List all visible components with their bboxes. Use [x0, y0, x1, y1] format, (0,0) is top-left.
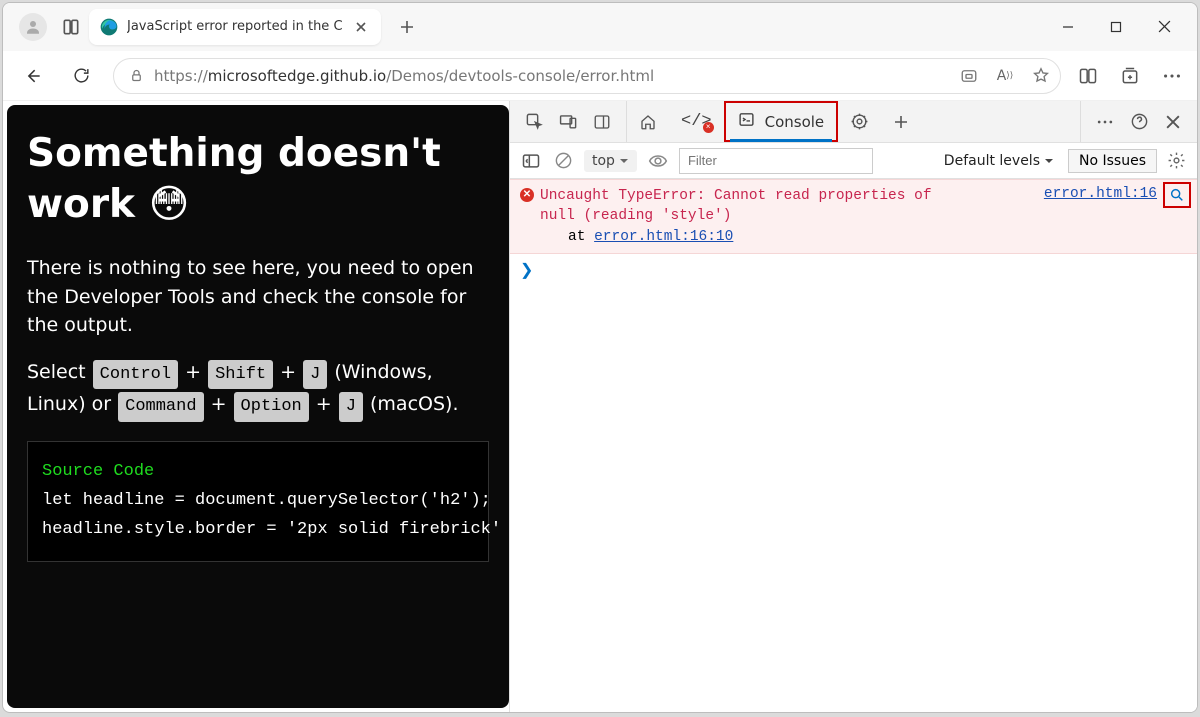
tab-console[interactable]: Console — [724, 101, 839, 142]
device-toolbar-icon[interactable] — [558, 112, 578, 132]
inspect-element-icon[interactable] — [524, 112, 544, 132]
app-available-icon[interactable] — [960, 67, 978, 85]
tab-close-button[interactable] — [351, 17, 371, 37]
window-close-button[interactable] — [1141, 9, 1187, 45]
kbd-option: Option — [234, 392, 309, 422]
toggle-sidebar-icon[interactable] — [520, 150, 542, 172]
devtools-panel: </>× Console — [509, 101, 1197, 712]
live-expression-icon[interactable] — [647, 150, 669, 172]
window-minimize-button[interactable] — [1045, 9, 1091, 45]
filter-input[interactable] — [679, 148, 873, 174]
console-toolbar: top Default levels No Issues — [510, 143, 1197, 179]
address-bar[interactable]: https://microsoftedge.github.io/Demos/de… — [113, 58, 1061, 94]
code-line-1: let headline = document.querySelector('h… — [42, 487, 474, 516]
back-button[interactable] — [17, 60, 49, 92]
kbd-shift: Shift — [208, 360, 273, 390]
code-line-2: headline.style.border = '2px solid fireb… — [42, 516, 474, 545]
page-paragraph-2: Select Control + Shift + J (Windows, Lin… — [27, 358, 489, 423]
log-levels-selector[interactable]: Default levels — [944, 153, 1054, 169]
error-badge-icon: ✕ — [520, 188, 534, 202]
error-source-link[interactable]: error.html:16 — [1044, 186, 1157, 202]
help-icon[interactable] — [1129, 112, 1149, 132]
tab-sources[interactable] — [838, 101, 881, 142]
context-selector[interactable]: top — [584, 150, 637, 172]
devtools-more-icon[interactable] — [1095, 112, 1115, 132]
titlebar: JavaScript error reported in the C — [3, 3, 1197, 51]
kbd-control: Control — [93, 360, 178, 390]
search-error-button[interactable] — [1163, 182, 1191, 208]
kbd-j-2: J — [339, 392, 363, 422]
error-indicator-icon: × — [703, 122, 714, 133]
read-aloud-icon[interactable]: A⟩⟩ — [996, 67, 1014, 85]
kbd-command: Command — [118, 392, 203, 422]
elements-icon: </>× — [681, 112, 712, 131]
console-body: ✕ Uncaught TypeError: Cannot read proper… — [510, 179, 1197, 712]
tab-console-label: Console — [765, 113, 825, 131]
toolbar: https://microsoftedge.github.io/Demos/de… — [3, 51, 1197, 101]
page-heading: Something doesn't work 😳 — [27, 129, 489, 230]
clear-console-icon[interactable] — [552, 150, 574, 172]
kbd-j: J — [303, 360, 327, 390]
profile-avatar-button[interactable] — [19, 13, 47, 41]
dock-side-icon[interactable] — [592, 112, 612, 132]
browser-tab[interactable]: JavaScript error reported in the C — [89, 9, 381, 45]
page-content: Something doesn't work 😳 There is nothin… — [7, 105, 509, 708]
settings-menu-icon[interactable] — [1161, 65, 1183, 87]
console-error-row: ✕ Uncaught TypeError: Cannot read proper… — [510, 179, 1197, 254]
collections-icon[interactable] — [1119, 65, 1141, 87]
tab-more[interactable] — [881, 101, 921, 142]
window-maximize-button[interactable] — [1093, 9, 1139, 45]
tab-welcome[interactable] — [627, 101, 669, 142]
tab-actions-button[interactable] — [61, 17, 81, 37]
favorites-star-icon[interactable] — [1032, 67, 1050, 85]
source-code-label: Source Code — [42, 458, 474, 487]
console-icon — [738, 111, 755, 133]
stack-trace-link[interactable]: error.html:16:10 — [594, 229, 733, 245]
error-stack: at error.html:16:10 — [540, 229, 932, 245]
devtools-close-icon[interactable] — [1163, 112, 1183, 132]
page-paragraph-1: There is nothing to see here, you need t… — [27, 254, 489, 340]
console-settings-icon[interactable] — [1167, 151, 1187, 171]
refresh-button[interactable] — [65, 60, 97, 92]
devtools-tabs: </>× Console — [510, 101, 1197, 143]
source-code-block: Source Code let headline = document.quer… — [27, 441, 489, 562]
error-message-text: Uncaught TypeError: Cannot read properti… — [540, 186, 932, 227]
browser-window: JavaScript error reported in the C — [2, 2, 1198, 713]
url-text: https://microsoftedge.github.io/Demos/de… — [154, 67, 950, 85]
tab-title: JavaScript error reported in the C — [127, 19, 343, 34]
console-prompt[interactable]: ❯ — [510, 254, 1197, 286]
no-issues-button[interactable]: No Issues — [1068, 149, 1157, 173]
tab-elements[interactable]: </>× — [669, 101, 724, 142]
new-tab-button[interactable] — [389, 9, 425, 45]
split-screen-icon[interactable] — [1077, 65, 1099, 87]
edge-favicon — [99, 17, 119, 37]
lock-icon — [128, 68, 144, 84]
